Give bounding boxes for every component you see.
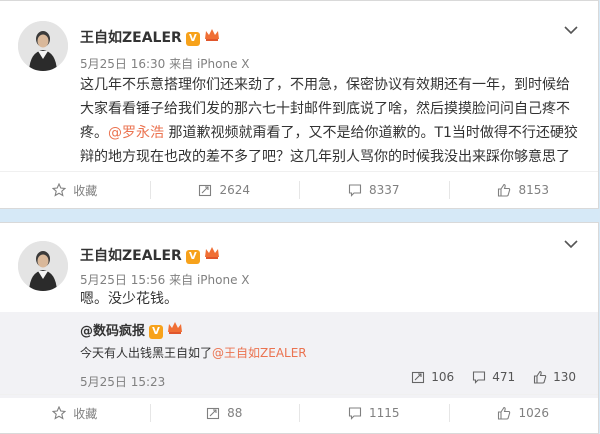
repost-text: 今天有人出钱黑王自如了@王自如ZEALER [80,346,307,360]
mention-link[interactable]: @罗永浩 [108,125,164,141]
chevron-down-icon[interactable] [564,25,578,35]
repost-button[interactable]: 88 [149,395,300,431]
star-icon [52,406,67,420]
star-icon [52,183,67,197]
post-text: 嗯。没少花钱。 [80,291,178,307]
repost-like-count[interactable]: 130 [533,370,576,384]
weibo-post-2: 王自如ZEALER V 5月25日 15:56 来自 iPhone X 嗯。没少花… [0,222,599,434]
verified-icon: V [185,32,200,46]
vip-crown-icon [168,322,183,334]
chevron-down-icon[interactable] [564,239,578,249]
favorite-button[interactable]: 收藏 [0,395,150,431]
repost-stats: 106 471 130 [411,370,576,384]
verified-icon: V [185,250,200,264]
post-meta: 5月25日 15:56 来自 iPhone X [80,271,250,288]
mention-link[interactable]: @王自如ZEALER [212,346,307,360]
thumbs-up-icon [534,370,547,384]
post-text: 这几年不乐意搭理你们还来劲了，不用急，保密协议有效期还有一年，到时候给大家看看锤… [80,77,578,165]
action-bar: 收藏 2624 8337 8153 [0,171,598,208]
thumbs-up-icon [498,183,511,197]
like-button[interactable]: 1026 [448,395,599,431]
weibo-post-1: 王自如ZEALER V 5月25日 16:30 来自 iPhone X 这几年不乐… [0,0,599,209]
repost-icon [199,184,212,197]
author-name[interactable]: 王自如ZEALER V [80,245,220,265]
author-avatar[interactable] [18,241,68,291]
like-button[interactable]: 8153 [448,172,599,208]
post-meta: 5月25日 16:30 来自 iPhone X [80,55,250,72]
repost-button[interactable]: 2624 [149,172,300,208]
repost-icon [412,371,425,384]
author-name[interactable]: 王自如ZEALER V [80,27,220,47]
vip-crown-icon [204,247,219,259]
repost-repost-count[interactable]: 106 [411,370,454,384]
post-time[interactable]: 5月25日 16:30 [80,57,165,71]
post-source: 来自 iPhone X [169,273,250,287]
action-bar: 收藏 88 1115 1026 [0,394,598,431]
repost-icon [207,407,220,420]
repost-time[interactable]: 5月25日 15:23 [80,373,165,390]
repost-author[interactable]: @数码疯报 V [80,320,183,339]
comment-icon [348,407,362,420]
verified-icon: V [149,325,164,339]
post-source: 来自 iPhone X [169,57,250,71]
vip-crown-icon [204,29,219,41]
comment-button[interactable]: 8337 [299,172,449,208]
repost-comment-count[interactable]: 471 [472,370,515,384]
comment-icon [348,184,362,197]
thumbs-up-icon [498,406,511,420]
reposted-content[interactable]: @数码疯报 V 今天有人出钱黑王自如了@王自如ZEALER 5月25日 15:23… [0,312,598,398]
comment-icon [473,371,486,384]
author-avatar[interactable] [18,21,68,71]
post-time[interactable]: 5月25日 15:56 [80,273,165,287]
comment-button[interactable]: 1115 [299,395,449,431]
favorite-button[interactable]: 收藏 [0,172,150,208]
